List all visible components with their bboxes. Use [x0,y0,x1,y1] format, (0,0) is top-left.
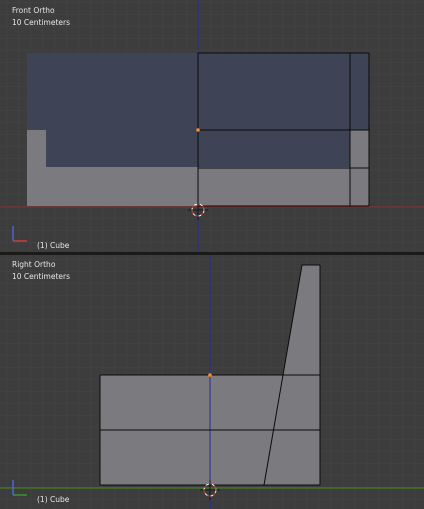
object-origin-dot[interactable] [208,373,212,377]
view-name-label: Right Ortho [12,260,56,269]
right-ortho-viewport[interactable]: Right Ortho 10 Centimeters (1) Cube [0,255,424,509]
view-name-label: Front Ortho [12,6,55,15]
front-viewport-canvas[interactable] [0,0,424,252]
grid-scale-label: 10 Centimeters [12,272,71,281]
mesh-face-dark-right[interactable] [350,53,369,130]
front-ortho-viewport[interactable]: Front Ortho 10 Centimeters (1) Cube [0,0,424,252]
active-object-label: (1) Cube [37,495,70,504]
right-viewport-canvas[interactable] [0,255,424,509]
object-origin-dot[interactable] [196,128,200,132]
active-object-label: (1) Cube [37,241,70,250]
grid-scale-label: 10 Centimeters [12,18,71,27]
mesh-face-dark-left[interactable] [27,53,46,130]
